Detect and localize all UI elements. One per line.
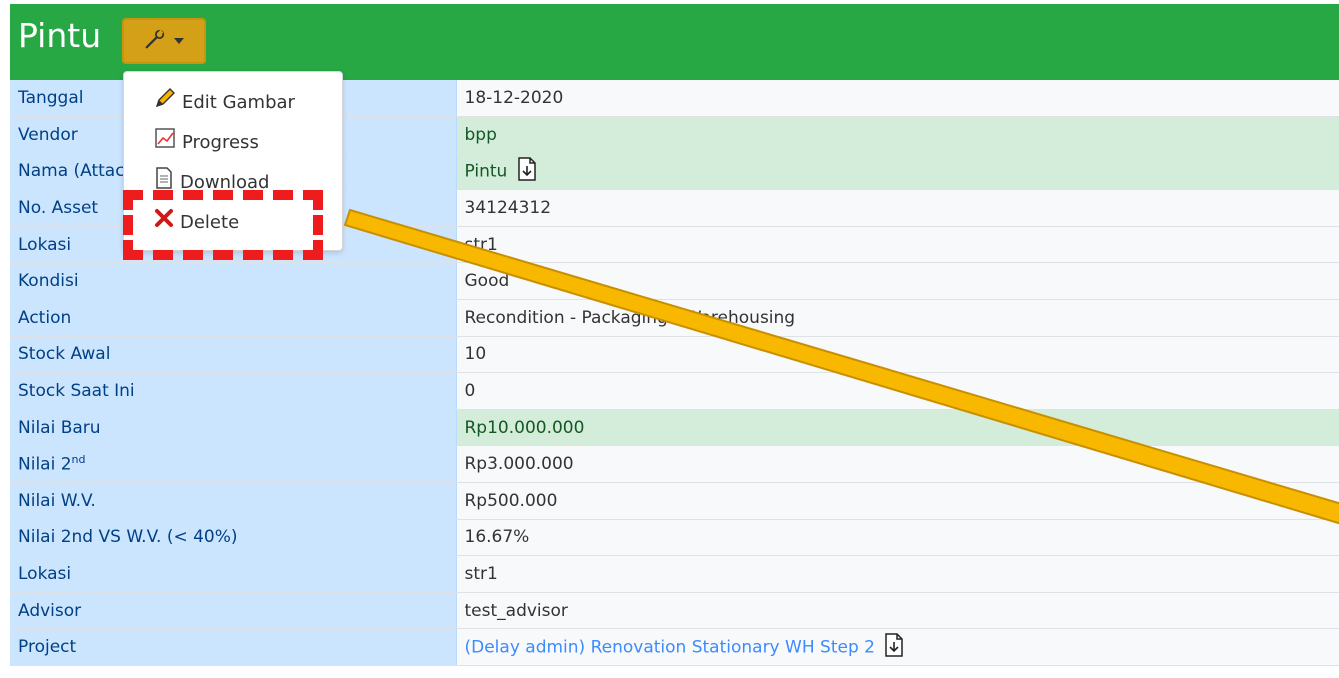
page-title: Pintu bbox=[18, 16, 102, 55]
page-header: Pintu bbox=[10, 4, 1339, 80]
row-label: Nilai W.V. bbox=[10, 482, 457, 520]
table-row: Nilai W.V. Rp500.000 bbox=[10, 482, 1339, 520]
tools-dropdown-button[interactable] bbox=[122, 18, 206, 64]
row-value: Rp500.000 bbox=[456, 482, 1339, 520]
file-download-icon[interactable] bbox=[517, 157, 537, 186]
cross-icon bbox=[154, 208, 174, 238]
chevron-down-icon bbox=[174, 38, 184, 44]
row-value: test_advisor bbox=[456, 592, 1339, 630]
table-row: Kondisi Good bbox=[10, 262, 1339, 301]
menu-item-progress[interactable]: Progress bbox=[154, 128, 259, 158]
row-value: Recondition - Packaging - Warehousing bbox=[456, 299, 1339, 337]
document-icon bbox=[154, 167, 174, 199]
row-value: Good bbox=[456, 262, 1339, 301]
table-row: Project (Delay admin) Renovation Station… bbox=[10, 628, 1339, 666]
row-label: Kondisi bbox=[10, 262, 457, 301]
table-row: Nilai 2nd Rp3.000.000 bbox=[10, 445, 1339, 484]
row-label-sup: nd bbox=[71, 453, 86, 467]
menu-item-edit-gambar[interactable]: Edit Gambar bbox=[154, 88, 295, 118]
row-label: Advisor bbox=[10, 592, 457, 630]
row-label: Action bbox=[10, 299, 457, 337]
table-row: Stock Saat Ini 0 bbox=[10, 372, 1339, 410]
row-value: 16.67% bbox=[456, 519, 1339, 557]
file-download-icon[interactable] bbox=[884, 632, 904, 662]
table-row: Lokasi str1 bbox=[10, 555, 1339, 593]
row-value: bpp bbox=[456, 116, 1339, 154]
menu-item-label: Edit Gambar bbox=[182, 92, 295, 113]
chart-icon bbox=[154, 127, 176, 159]
table-row: Stock Awal 10 bbox=[10, 336, 1339, 374]
row-value: 0 bbox=[456, 372, 1339, 410]
table-row: Action Recondition - Packaging - Warehou… bbox=[10, 299, 1339, 337]
pencil-icon bbox=[154, 87, 176, 119]
row-label: Nilai 2nd bbox=[10, 445, 457, 484]
row-value: Pintu bbox=[456, 153, 1339, 191]
row-value: str1 bbox=[456, 555, 1339, 593]
row-label: Lokasi bbox=[10, 555, 457, 593]
row-value: str1 bbox=[456, 226, 1339, 264]
row-label: Nilai 2nd VS W.V. (< 40%) bbox=[10, 519, 457, 557]
table-row: Nilai 2nd VS W.V. (< 40%) 16.67% bbox=[10, 519, 1339, 557]
row-label: Nilai Baru bbox=[10, 409, 457, 447]
row-label-text: Nilai 2 bbox=[18, 455, 72, 476]
project-link[interactable]: (Delay admin) Renovation Stationary WH S… bbox=[465, 637, 875, 657]
attachment-name: Pintu bbox=[464, 161, 508, 182]
row-label: Project bbox=[10, 628, 457, 666]
menu-item-label: Download bbox=[180, 172, 270, 193]
row-value: 34124312 bbox=[456, 189, 1339, 227]
row-value: Rp3.000.000 bbox=[456, 445, 1339, 484]
row-value: 18-12-2020 bbox=[456, 80, 1339, 118]
row-label: Stock Saat Ini bbox=[10, 372, 457, 410]
wrench-icon bbox=[144, 28, 166, 54]
menu-item-label: Progress bbox=[182, 132, 259, 153]
row-value: 10 bbox=[456, 336, 1339, 374]
menu-item-delete[interactable]: Delete bbox=[154, 208, 239, 238]
tools-dropdown-menu: Edit Gambar Progress Download Delete bbox=[123, 71, 343, 251]
table-row: Nilai Baru Rp10.000.000 bbox=[10, 409, 1339, 447]
menu-item-label: Delete bbox=[180, 212, 240, 233]
row-value: (Delay admin) Renovation Stationary WH S… bbox=[456, 628, 1339, 666]
table-row: Advisor test_advisor bbox=[10, 592, 1339, 630]
row-value: Rp10.000.000 bbox=[456, 409, 1339, 447]
menu-item-download[interactable]: Download bbox=[154, 167, 270, 199]
row-label: Stock Awal bbox=[10, 336, 457, 374]
